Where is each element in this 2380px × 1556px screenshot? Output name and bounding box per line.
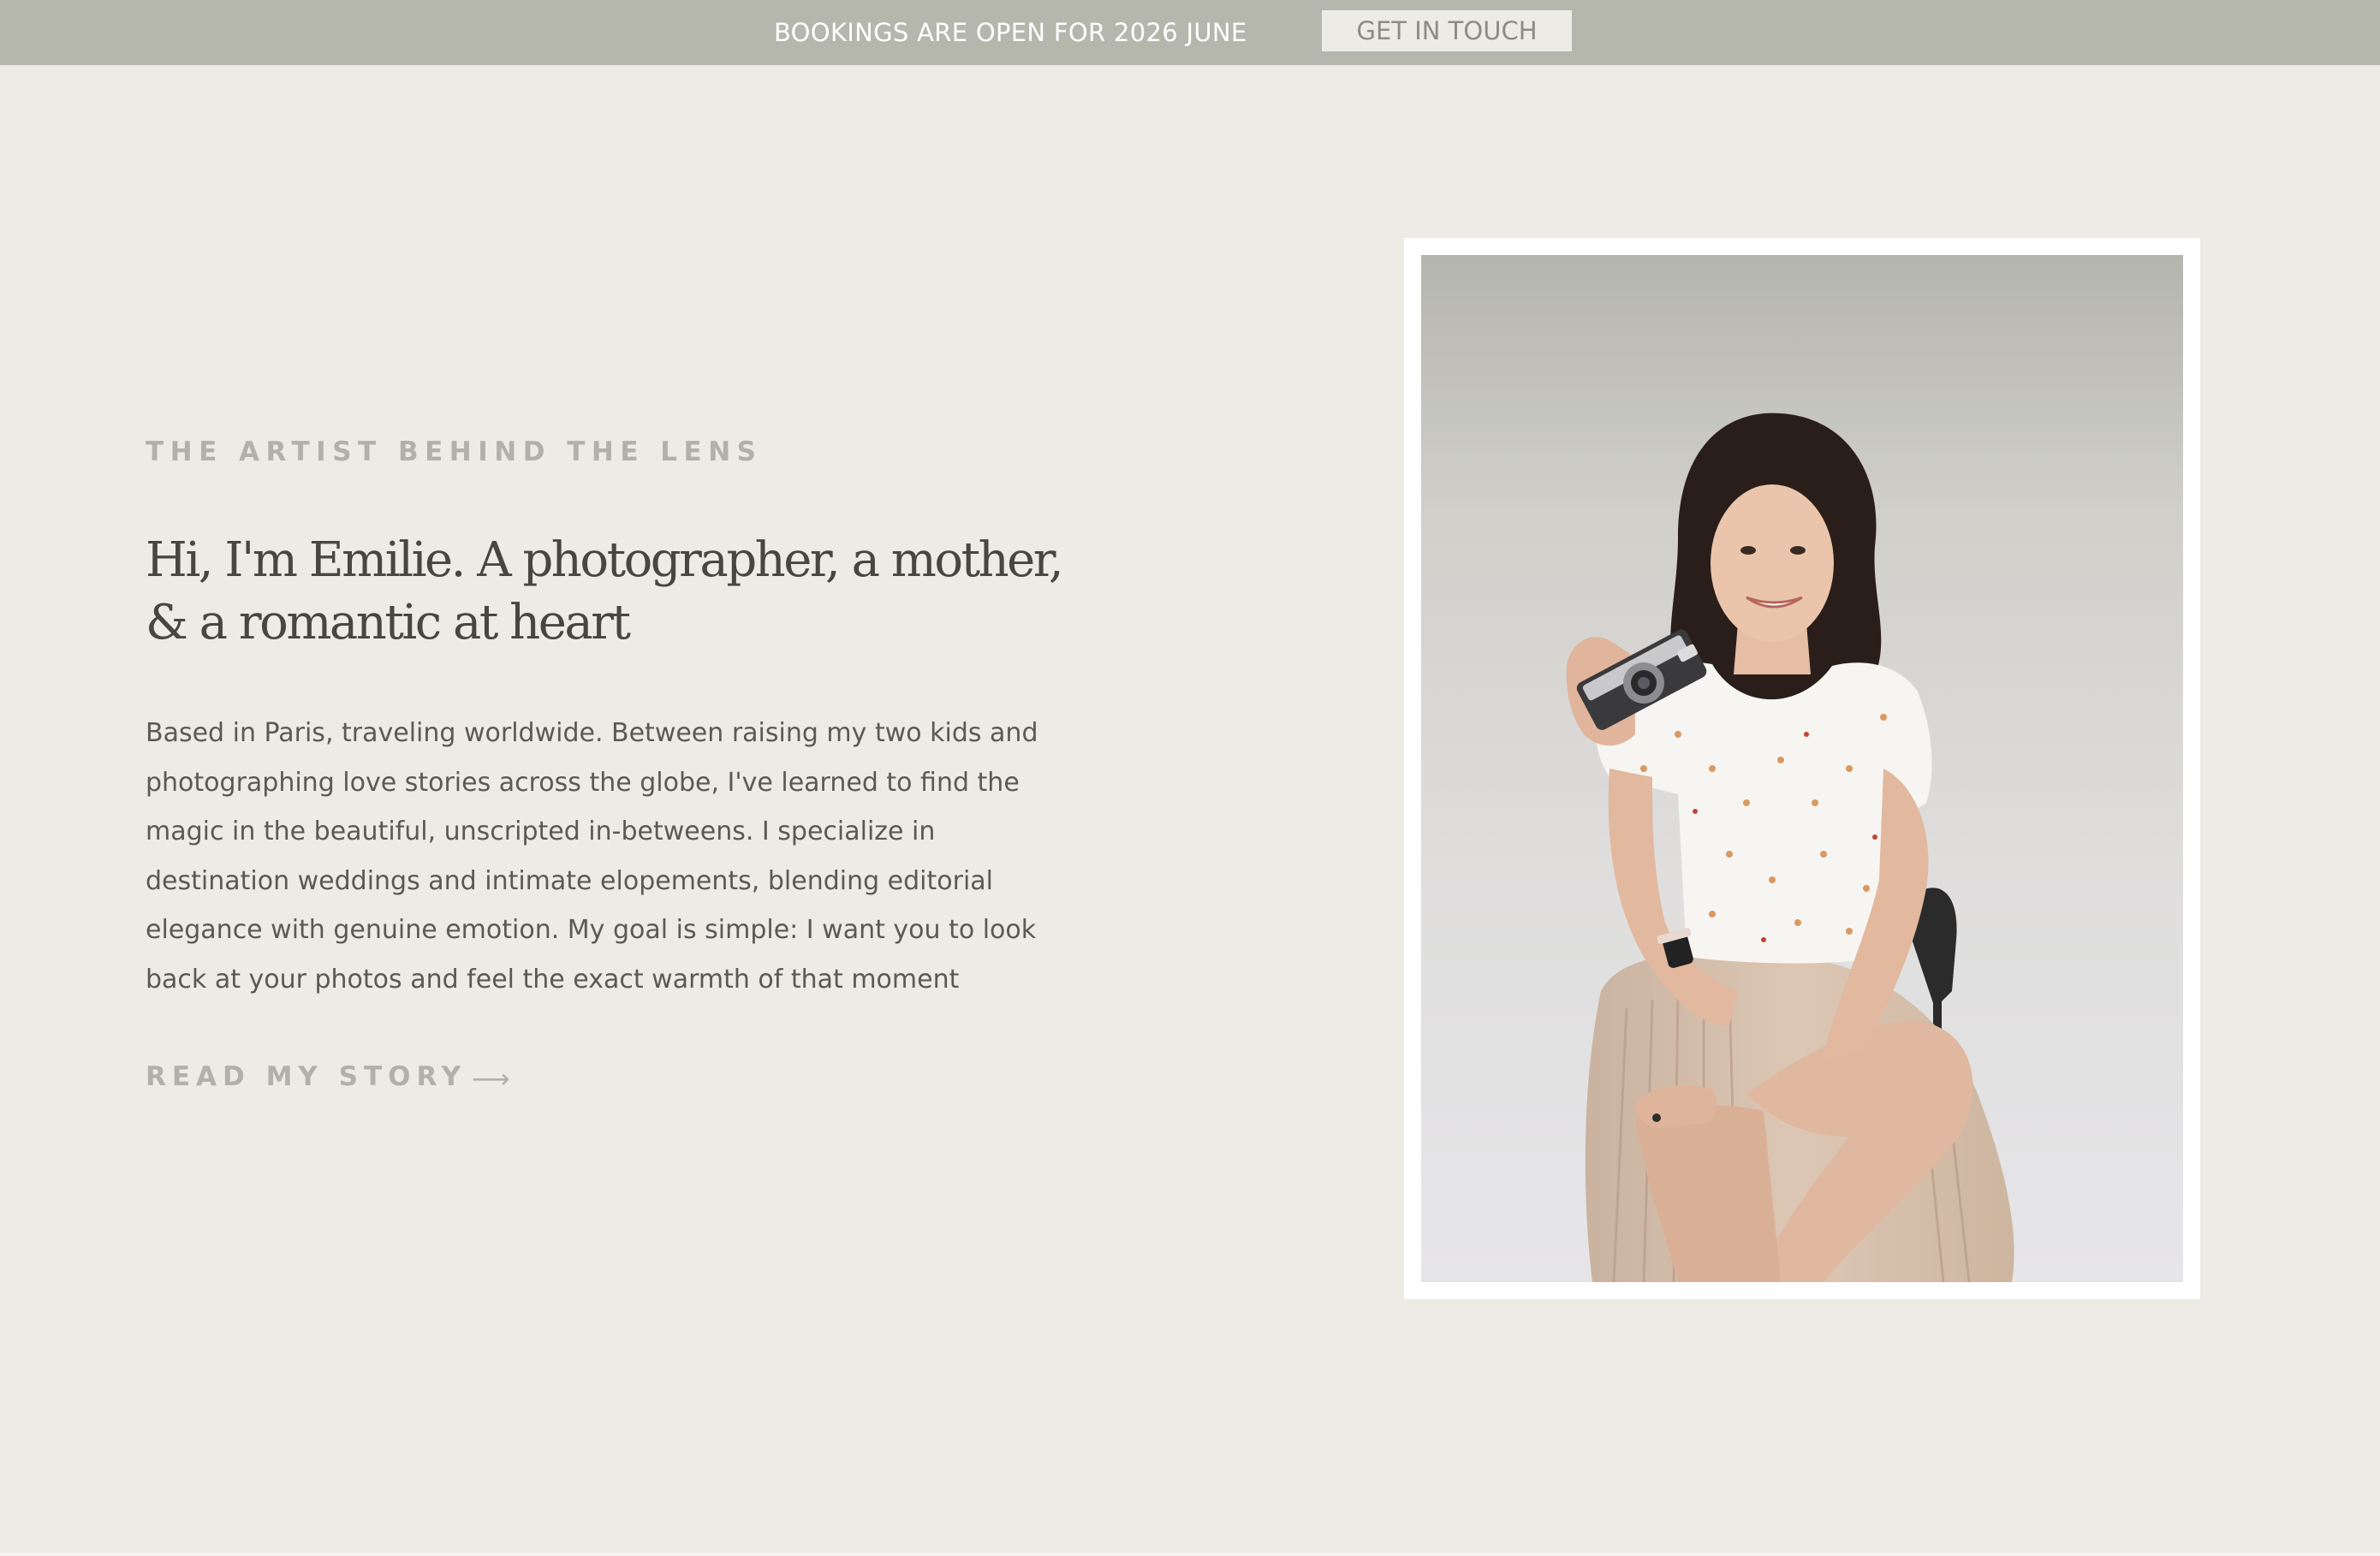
read-my-story-label: READ MY STORY bbox=[146, 1061, 467, 1092]
long-arrow-right-icon: ⟶ bbox=[472, 1064, 510, 1095]
headline-line: Hi, I'm Emilie. A photographer, a mother… bbox=[146, 532, 1064, 588]
announcement-text: BOOKINGS ARE OPEN FOR 2026 JUNE bbox=[774, 18, 1247, 47]
about-headline: Hi, I'm Emilie. A photographer, a mother… bbox=[146, 529, 1156, 654]
body-line: destination weddings and intimate elopem… bbox=[146, 865, 994, 896]
about-body-text: Based in Paris, traveling worldwide. Bet… bbox=[146, 709, 1087, 1005]
body-line: magic in the beautiful, unscripted in-be… bbox=[146, 817, 936, 847]
body-line: Based in Paris, traveling worldwide. Bet… bbox=[146, 718, 1038, 748]
read-my-story-link[interactable]: READ MY STORY ⟶ bbox=[146, 1061, 510, 1095]
get-in-touch-button[interactable]: GET IN TOUCH bbox=[1322, 10, 1572, 51]
headline-line: & a romantic at heart bbox=[146, 595, 631, 650]
section-eyebrow: THE ARTIST BEHIND THE LENS bbox=[146, 437, 763, 467]
photographer-portrait-illustration bbox=[1421, 255, 2183, 1282]
portrait-frame bbox=[1404, 238, 2200, 1299]
body-line: photographing love stories across the gl… bbox=[146, 767, 1020, 798]
page-divider bbox=[0, 1553, 2380, 1556]
body-line: back at your photos and feel the exact w… bbox=[146, 964, 960, 995]
body-line: elegance with genuine emotion. My goal i… bbox=[146, 915, 1037, 946]
announcement-bar: BOOKINGS ARE OPEN FOR 2026 JUNE GET IN T… bbox=[0, 0, 2380, 65]
portrait-photo bbox=[1421, 255, 2183, 1282]
